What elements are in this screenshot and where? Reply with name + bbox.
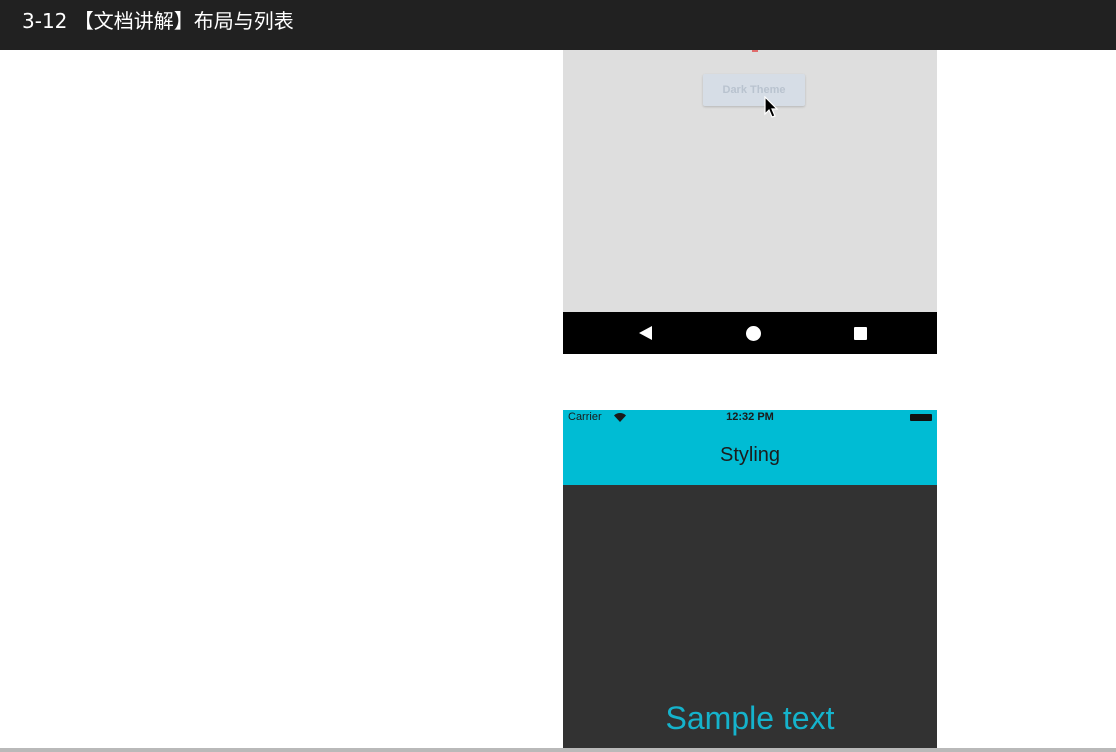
dark-theme-button[interactable]: Dark Theme: [703, 74, 805, 106]
nav-title: Styling: [719, 444, 781, 466]
ios-nav-header: Carrier 12:32 PM Styling: [563, 410, 937, 485]
back-triangle-icon[interactable]: [639, 326, 652, 340]
bottom-divider: [0, 748, 1116, 752]
battery-icon: [910, 414, 932, 421]
sample-text: Sample text: [665, 700, 835, 736]
android-nav-bar: [563, 312, 937, 354]
ios-screenshot: Carrier 12:32 PM Styling Sample text: [563, 410, 937, 752]
dark-theme-button-label: Dark Theme: [722, 84, 786, 96]
recents-square-icon[interactable]: [854, 327, 867, 340]
android-screenshot: Dark Theme: [563, 50, 937, 354]
home-circle-icon[interactable]: [746, 326, 761, 341]
lesson-title: 3-12 【文档讲解】布局与列表: [22, 9, 294, 33]
title-bar: 3-12 【文档讲解】布局与列表: [0, 0, 1116, 50]
status-time: 12:32 PM: [726, 411, 774, 423]
red-mark: [752, 50, 758, 52]
mouse-cursor-icon: [764, 96, 779, 118]
